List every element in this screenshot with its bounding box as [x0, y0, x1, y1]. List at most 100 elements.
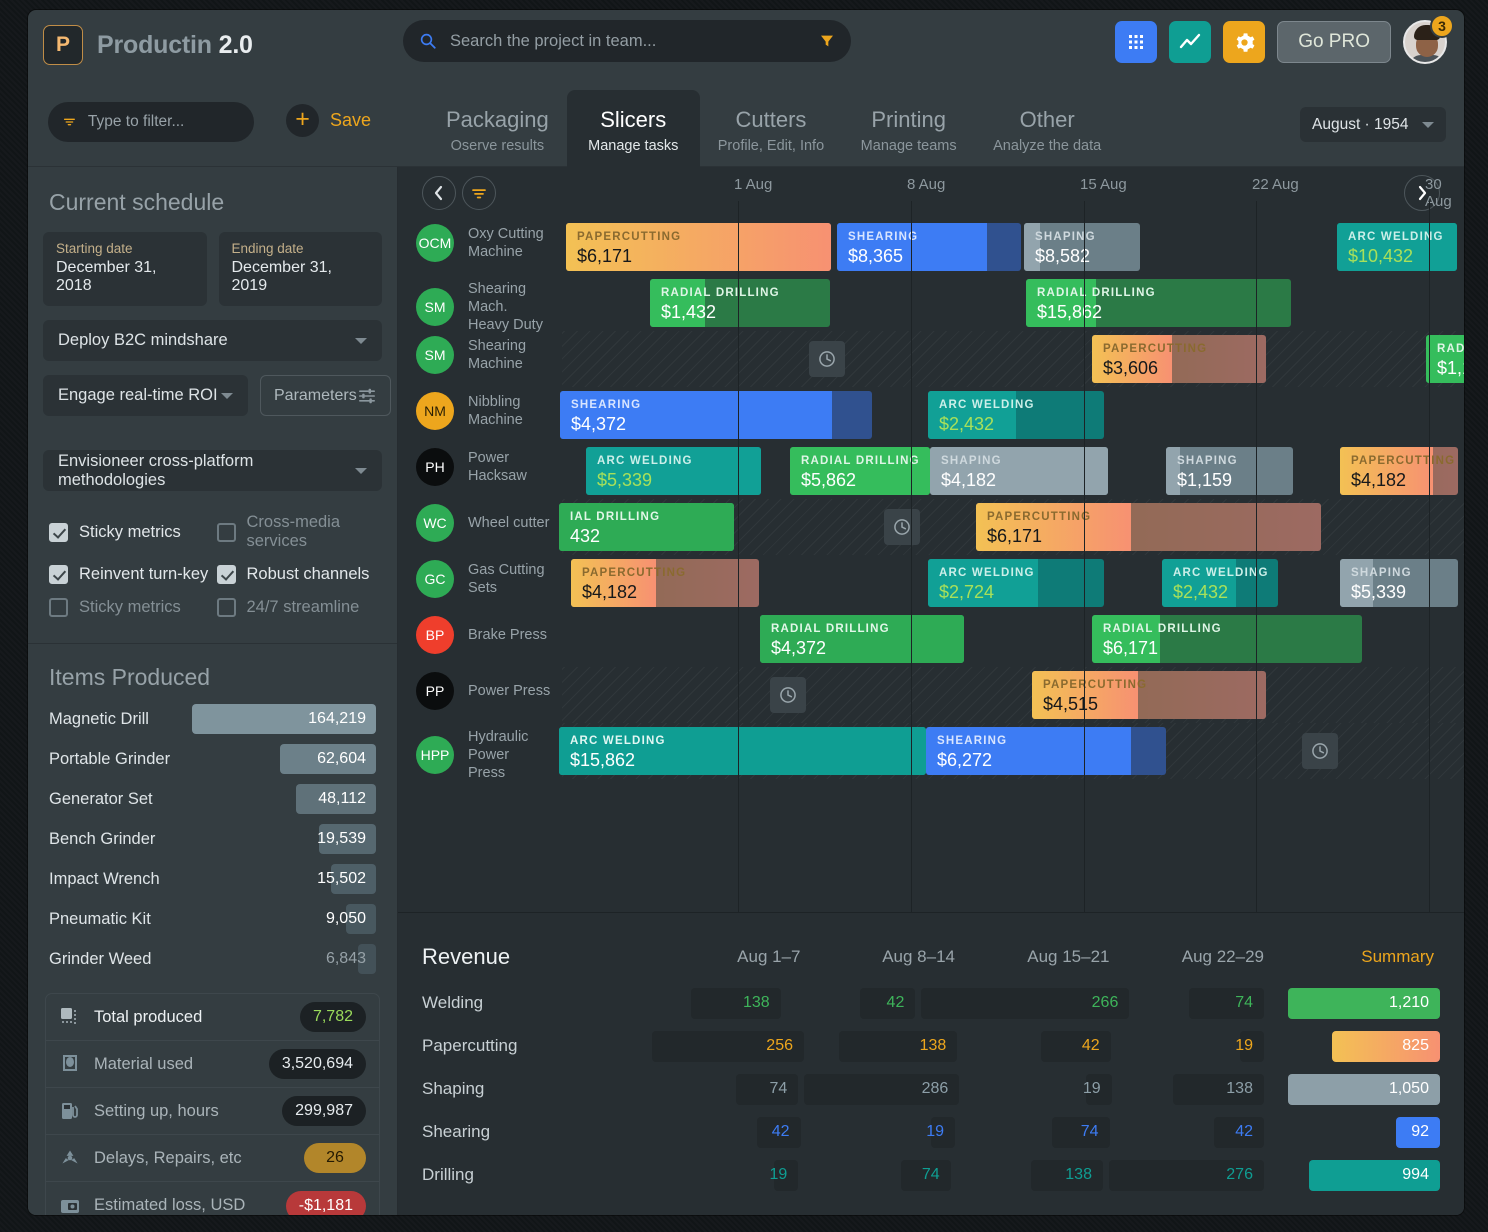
tab-other[interactable]: Other Analyze the data	[975, 90, 1119, 167]
gantt-resource[interactable]: HPP Hydraulic Power Press	[416, 728, 562, 782]
gantt-axis-label: 1 Aug	[734, 176, 773, 193]
clock-icon[interactable]	[770, 677, 806, 713]
gantt-task-bar[interactable]: RADIAL DRILLING $15,862	[1026, 279, 1291, 327]
end-date-card[interactable]: Ending date December 31, 2019	[218, 232, 382, 306]
gantt-task-bar[interactable]: PAPERCUTTING $3,606	[1092, 335, 1266, 383]
start-date-card[interactable]: Starting date December 31, 2018	[43, 232, 207, 306]
gantt-task-bar[interactable]: ARC WELDING $2,432	[1162, 559, 1278, 607]
checkbox-box[interactable]	[216, 598, 236, 617]
go-pro-button[interactable]: Go PRO	[1277, 21, 1391, 63]
gantt-task-bar[interactable]: PAPERCUTTING $4,182	[1340, 447, 1458, 495]
tab-title: Cutters	[735, 107, 807, 132]
gantt-task-bar[interactable]: SHAPING $5,339	[1340, 559, 1458, 607]
revenue-cell-bar: 286	[804, 1073, 960, 1105]
tab-printing[interactable]: Printing Manage teams	[842, 90, 975, 167]
checkbox-box[interactable]	[49, 522, 68, 542]
gantt-task-bar[interactable]: ARC WELDING $2,724	[928, 559, 1104, 607]
gantt-lane: PAPERCUTTING $4,182 ARC WELDING $2,724 ARC W…	[562, 555, 1464, 611]
resource-name: Wheel cutter	[468, 514, 550, 531]
gantt-task-bar[interactable]: SHAPING $4,182	[930, 447, 1108, 495]
revenue-cell-bar: 138	[839, 1030, 958, 1062]
gantt-resource[interactable]: NM Nibbling Machine	[416, 392, 562, 430]
gantt-task-bar[interactable]: PAPERCUTTING $4,515	[1032, 671, 1266, 719]
save-action[interactable]: + Save	[286, 104, 371, 137]
select-deploy[interactable]: Deploy B2C mindshare	[43, 320, 382, 361]
revenue-row: Shaping 74 286 19 138 1,050	[422, 1070, 1440, 1108]
month-selector[interactable]: August · 1954	[1300, 107, 1446, 142]
gantt-task-bar[interactable]: SHEARING $4,372	[560, 391, 872, 439]
sliders-icon	[358, 388, 375, 403]
checkbox-box[interactable]	[216, 522, 236, 542]
gantt-task-bar[interactable]: ARC WELDING $2,432	[928, 391, 1104, 439]
gantt-task-bar[interactable]: SHAPING $8,582	[1024, 223, 1140, 271]
gantt-resource[interactable]: SM Shearing Mach. Heavy Duty	[416, 280, 562, 334]
filter-field[interactable]	[48, 102, 254, 142]
gantt-resource[interactable]: WC Wheel cutter	[416, 504, 562, 542]
gantt-resource[interactable]: PP Power Press	[416, 672, 562, 710]
clock-icon[interactable]	[884, 509, 920, 545]
revenue-cell-bar: 276	[1108, 1159, 1264, 1191]
tab-packaging[interactable]: Packaging Oserve results	[428, 90, 567, 167]
gantt-resource[interactable]: SM Shearing Machine	[416, 336, 562, 374]
gantt-task-bar[interactable]: ARC WELDING $10,432	[1337, 223, 1457, 271]
checkbox-1[interactable]: Cross-media services	[216, 513, 377, 551]
filter-input[interactable]	[87, 113, 239, 131]
tab-title: Other	[1019, 107, 1075, 132]
gantt-resource[interactable]: OCM Oxy Cutting Machine	[416, 224, 562, 262]
resource-name: Shearing Machine	[468, 337, 527, 372]
filter-funnel-icon[interactable]	[819, 33, 835, 49]
revenue-summary-cell: 1,050	[1270, 1073, 1440, 1105]
gantt-task-bar[interactable]: RAD $1,1	[1426, 335, 1464, 383]
checkbox-3[interactable]: Robust channels	[216, 565, 377, 584]
notification-badge[interactable]: 3	[1430, 14, 1454, 38]
revenue-cell-bar: 74	[900, 1159, 951, 1191]
clock-icon[interactable]	[1302, 733, 1338, 769]
gantt-task-bar[interactable]: ARC WELDING $15,862	[559, 727, 926, 775]
global-search[interactable]	[403, 20, 851, 62]
tab-cutters[interactable]: Cutters Profile, Edit, Info	[700, 90, 842, 167]
settings-button[interactable]	[1223, 21, 1266, 63]
checkbox-box[interactable]	[49, 565, 68, 584]
gantt-task-bar[interactable]: RADIAL DRILLING $6,171	[1092, 615, 1362, 663]
brand-name-light: Productin	[97, 30, 219, 59]
gantt-task-bar[interactable]: SHEARING $6,272	[926, 727, 1166, 775]
gantt-task-bar[interactable]: RADIAL DRILLING $4,372	[760, 615, 964, 663]
task-amount: $4,515	[1043, 694, 1099, 714]
gantt-task-bar[interactable]: SHAPING $1,159	[1166, 447, 1293, 495]
user-avatar-wrap[interactable]: 3	[1403, 14, 1454, 64]
gantt-gridline	[1084, 201, 1085, 912]
checkbox-box[interactable]	[49, 598, 68, 617]
search-input[interactable]	[450, 31, 819, 51]
gantt-task-bar[interactable]: PAPERCUTTING $6,171	[976, 503, 1321, 551]
apps-grid-button[interactable]	[1115, 21, 1158, 63]
checkbox-5[interactable]: 24/7 streamline	[216, 598, 377, 617]
end-date-label: Ending date	[231, 241, 304, 256]
item-row: Generator Set 48,112	[43, 779, 382, 819]
parameters-button[interactable]: Parameters	[260, 375, 391, 416]
gantt-task-bar[interactable]: RADIAL DRILLING $1,432	[650, 279, 830, 327]
gantt-task-bar[interactable]: PAPERCUTTING $6,171	[566, 223, 831, 271]
gantt-task-bar[interactable]: PAPERCUTTING $4,182	[571, 559, 759, 607]
gantt-resource[interactable]: GC Gas Cutting Sets	[416, 560, 562, 598]
select-engage[interactable]: Engage real-time ROI	[43, 375, 248, 416]
select-methodologies[interactable]: Envisioneer cross-platform methodologies	[43, 450, 382, 491]
task-text: PAPERCUTTING $6,171	[577, 231, 827, 267]
checkbox-4[interactable]: Sticky metrics	[49, 598, 209, 617]
previous-period-button[interactable]	[422, 176, 456, 210]
gantt-task-bar[interactable]: IAL DRILLING 432	[559, 503, 734, 551]
checkbox-2[interactable]: Reinvent turn-key	[49, 565, 209, 584]
analytics-button[interactable]	[1169, 21, 1212, 63]
gantt-task-bar[interactable]: SHEARING $8,365	[837, 223, 1021, 271]
checkbox-box[interactable]	[216, 565, 236, 584]
brand-logo[interactable]: P Productin 2.0	[43, 25, 253, 65]
checkbox-0[interactable]: Sticky metrics	[49, 513, 209, 551]
gantt-resource[interactable]: BP Brake Press	[416, 616, 562, 654]
gantt-task-bar[interactable]: ARC WELDING $5,339	[586, 447, 761, 495]
clock-icon[interactable]	[809, 341, 845, 377]
gantt-task-bar[interactable]: RADIAL DRILLING $5,862	[790, 447, 930, 495]
gantt-resource[interactable]: PH Power Hacksaw	[416, 448, 562, 486]
gantt-filter-button[interactable]	[462, 176, 496, 210]
plus-icon[interactable]: +	[286, 104, 319, 137]
revenue-column-header: Aug 22–29	[1181, 947, 1264, 966]
tab-slicers[interactable]: Slicers Manage tasks	[566, 90, 700, 167]
